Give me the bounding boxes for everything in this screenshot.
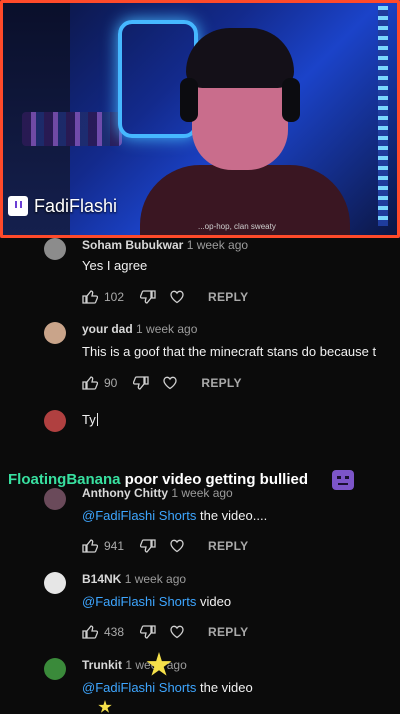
avatar[interactable] xyxy=(44,488,66,510)
avatar[interactable] xyxy=(44,572,66,594)
comment-actions: 941 REPLY xyxy=(82,537,248,555)
comment-actions: 90 REPLY xyxy=(82,374,242,392)
heart-icon[interactable] xyxy=(163,376,178,390)
comment-time: 1 week ago xyxy=(124,572,187,586)
heart-icon[interactable] xyxy=(170,539,184,553)
avatar[interactable] xyxy=(44,322,66,344)
twitch-icon xyxy=(8,196,28,216)
thumb-down-icon[interactable] xyxy=(140,539,156,553)
thumb-up-icon[interactable] xyxy=(82,625,98,639)
comment-text: @FadiFlashi Shorts the video xyxy=(82,680,253,695)
reply-button[interactable]: REPLY xyxy=(208,539,248,553)
thumb-up-icon[interactable] xyxy=(82,376,98,390)
reply-input[interactable]: Ty xyxy=(82,412,98,427)
streamer-name-tag: FadiFlashi xyxy=(8,194,117,218)
comment-text: @FadiFlashi Shorts video xyxy=(82,594,231,609)
thumb-down-icon[interactable] xyxy=(140,290,156,304)
comment-time: 1 week ago xyxy=(186,238,249,252)
comment-author[interactable]: Trunkit xyxy=(82,658,122,672)
streamer-name: FadiFlashi xyxy=(34,195,118,216)
like-count: 438 xyxy=(104,625,125,639)
comment-time: 1 week ago xyxy=(136,322,198,336)
avatar xyxy=(44,410,66,432)
comment-body: the video xyxy=(196,680,253,695)
mention-link[interactable]: @FadiFlashi Shorts xyxy=(82,680,196,695)
comment-actions: 102 REPLY xyxy=(82,288,248,306)
comment-body: the video.... xyxy=(196,508,268,523)
comment-time: 1 week ago xyxy=(171,486,233,500)
avatar[interactable] xyxy=(44,658,66,680)
partial-caption: ...op-hop, clan sweaty xyxy=(198,222,276,231)
comment-author[interactable]: Soham Bubukwar xyxy=(82,238,183,252)
comment-author[interactable]: Anthony Chitty xyxy=(82,486,168,500)
thumb-down-icon[interactable] xyxy=(140,625,156,639)
reply-button[interactable]: REPLY xyxy=(201,376,241,390)
like-count: 941 xyxy=(104,539,125,553)
thumb-up-icon[interactable] xyxy=(82,290,98,304)
like-count: 90 xyxy=(104,376,118,390)
reply-button[interactable]: REPLY xyxy=(208,625,248,639)
comment-text: @FadiFlashi Shorts the video.... xyxy=(82,508,267,523)
heart-icon[interactable] xyxy=(170,625,184,639)
heart-icon[interactable] xyxy=(170,290,184,304)
comment-body: video xyxy=(196,594,232,609)
chat-emote-icon xyxy=(332,470,354,490)
webcam-overlay: FadiFlashi ...op-hop, clan sweaty xyxy=(0,0,400,238)
thumb-up-icon[interactable] xyxy=(82,539,98,553)
star-sticker-icon xyxy=(98,700,112,713)
comment-author[interactable]: B14NK xyxy=(82,572,121,586)
text-caret xyxy=(96,413,98,426)
mention-link[interactable]: @FadiFlashi Shorts xyxy=(82,594,196,609)
comment-text: This is a goof that the minecraft stans … xyxy=(82,344,377,359)
comment-actions: 438 REPLY xyxy=(82,623,248,641)
comment-text: Yes I agree xyxy=(82,258,148,273)
like-count: 102 xyxy=(104,290,125,304)
reply-button[interactable]: REPLY xyxy=(208,290,248,304)
avatar[interactable] xyxy=(44,238,66,260)
thumb-down-icon[interactable] xyxy=(133,376,150,390)
reply-input-value: Ty xyxy=(82,412,96,427)
mention-link[interactable]: @FadiFlashi Shorts xyxy=(82,508,196,523)
comment-author[interactable]: your dad xyxy=(82,322,133,336)
